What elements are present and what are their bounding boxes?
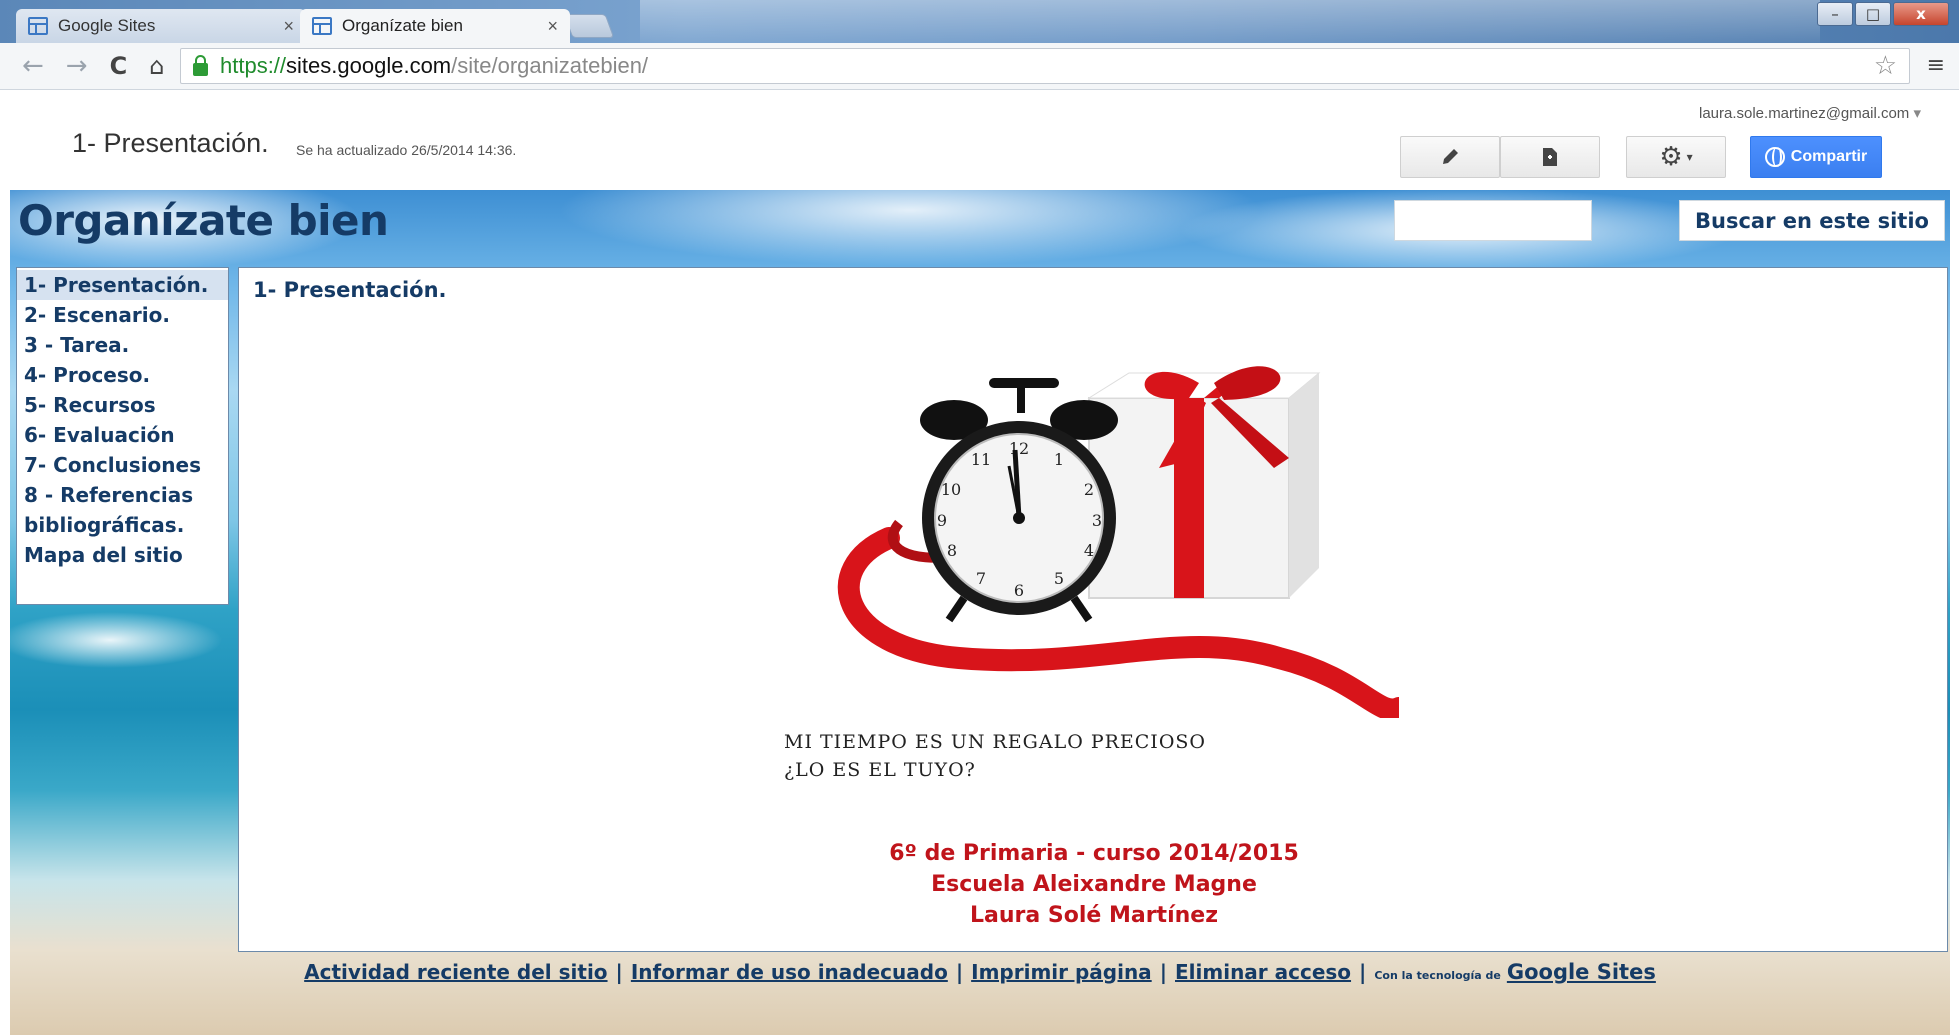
footer-separator: | [1359,960,1367,984]
tab-title: Google Sites [58,16,156,35]
sidebar-item-escenario[interactable]: 2- Escenario. [17,300,228,330]
home-icon[interactable]: ⌂ [149,52,164,80]
recent-activity-link[interactable]: Actividad reciente del sitio [304,960,607,984]
credits-block: 6º de Primaria - curso 2014/2015 Escuela… [239,838,1949,931]
clock-gift-illustration: 1212 345 678 91011 [837,366,1399,718]
svg-text:12: 12 [1009,439,1029,458]
gear-icon: ⚙ [1659,142,1683,172]
powered-by-label: Con la tecnología de [1374,969,1501,982]
maximize-button[interactable]: □ [1855,2,1891,26]
new-page-button[interactable] [1500,136,1600,178]
sidebar-item-presentacion[interactable]: 1- Presentación. [17,270,228,300]
last-updated: Se ha actualizado 26/5/2014 14:36. [296,142,517,158]
chevron-down-icon: ▾ [1686,150,1693,164]
sidebar-item-conclusiones[interactable]: 7- Conclusiones [17,450,228,480]
minimize-button[interactable]: – [1817,2,1853,26]
svg-text:11: 11 [971,450,991,469]
sidebar-navigation: 1- Presentación. 2- Escenario. 3 - Tarea… [16,267,229,605]
edit-page-button[interactable] [1400,136,1500,178]
site-footer: Actividad reciente del sitio | Informar de… [10,960,1950,984]
tab-google-sites[interactable]: Google Sites × [16,9,306,43]
search-button[interactable]: Buscar en este sitio [1679,200,1945,241]
url-text: https://sites.google.com/site/organizate… [220,53,649,78]
browser-menu-icon[interactable]: ≡ [1927,53,1945,78]
sites-header: laura.sole.martinez@gmail.com 1- Present… [0,90,1959,190]
window-controls: – □ x [1817,2,1949,26]
account-menu[interactable]: laura.sole.martinez@gmail.com [1699,104,1921,122]
svg-text:3: 3 [1092,511,1102,530]
svg-text:9: 9 [937,511,947,530]
lock-icon [193,54,208,76]
page-title: 1- Presentación. [72,128,269,158]
close-tab-icon[interactable]: × [283,16,294,37]
hero-caption: MI TIEMPO ES UN REGALO PRECIOSO ¿LO ES E… [784,728,1206,784]
tab-title: Organízate bien [342,16,463,35]
remove-access-link[interactable]: Eliminar acceso [1175,960,1351,984]
svg-text:7: 7 [976,569,986,588]
caption-line-2: ¿LO ES EL TUYO? [784,759,976,781]
sidebar-item-mapa[interactable]: Mapa del sitio [17,540,228,570]
svg-text:8: 8 [947,541,957,560]
svg-text:2: 2 [1084,480,1094,499]
close-window-button[interactable]: x [1893,2,1949,26]
address-bar[interactable]: https://sites.google.com/site/organizate… [180,48,1910,84]
footer-separator: | [615,960,623,984]
svg-text:4: 4 [1084,541,1094,560]
new-page-icon [1543,148,1557,166]
content-heading: 1- Presentación. [253,278,447,302]
close-tab-icon[interactable]: × [547,16,558,37]
site-body: Organízate bien Buscar en este sitio 1- … [10,190,1950,1035]
svg-text:6: 6 [1014,581,1024,600]
svg-text:5: 5 [1054,569,1064,588]
share-button[interactable]: Compartir [1750,136,1882,178]
svg-text:10: 10 [941,480,961,499]
reload-icon[interactable]: C [110,52,128,80]
back-arrow-icon[interactable]: ← [22,51,44,81]
sidebar-item-tarea[interactable]: 3 - Tarea. [17,330,228,360]
forward-arrow-icon[interactable]: → [66,51,88,81]
bookmark-star-icon[interactable]: ☆ [1874,51,1897,81]
credit-author: Laura Solé Martínez [970,903,1218,928]
caption-line-1: MI TIEMPO ES UN REGALO PRECIOSO [784,731,1206,753]
globe-icon [1764,147,1785,167]
svg-text:1: 1 [1054,450,1064,469]
sidebar-item-evaluacion[interactable]: 6- Evaluación [17,420,228,450]
tab-organizate-bien[interactable]: Organízate bien × [300,9,570,43]
footer-separator: | [955,960,964,984]
sidebar-item-recursos[interactable]: 5- Recursos [17,390,228,420]
browser-toolbar: ← → C ⌂ https://sites.google.com/site/or… [0,43,1959,90]
search-input[interactable] [1394,200,1592,241]
sidebar-item-proceso[interactable]: 4- Proceso. [17,360,228,390]
sites-favicon-icon [28,17,48,35]
print-page-link[interactable]: Imprimir página [971,960,1152,984]
footer-separator: | [1159,960,1167,984]
main-content: 1- Presentación. 12 1 2 3 4 5 6 7 8 9 10… [238,267,1948,952]
credit-course: 6º de Primaria - curso 2014/2015 [889,841,1299,866]
report-abuse-link[interactable]: Informar de uso inadecuado [631,960,948,984]
credit-school: Escuela Aleixandre Magne [931,872,1257,897]
settings-button[interactable]: ⚙ ▾ [1626,136,1726,178]
browser-titlebar: Google Sites × Organízate bien × – □ x [0,0,1959,43]
share-label: Compartir [1790,148,1868,165]
sites-favicon-icon [312,17,332,35]
new-tab-button[interactable] [563,14,615,38]
google-sites-link[interactable]: Google Sites [1507,960,1656,984]
pencil-icon [1443,149,1458,164]
site-title[interactable]: Organízate bien [18,196,389,245]
sidebar-item-referencias[interactable]: 8 - Referencias bibliográficas. [17,480,228,540]
